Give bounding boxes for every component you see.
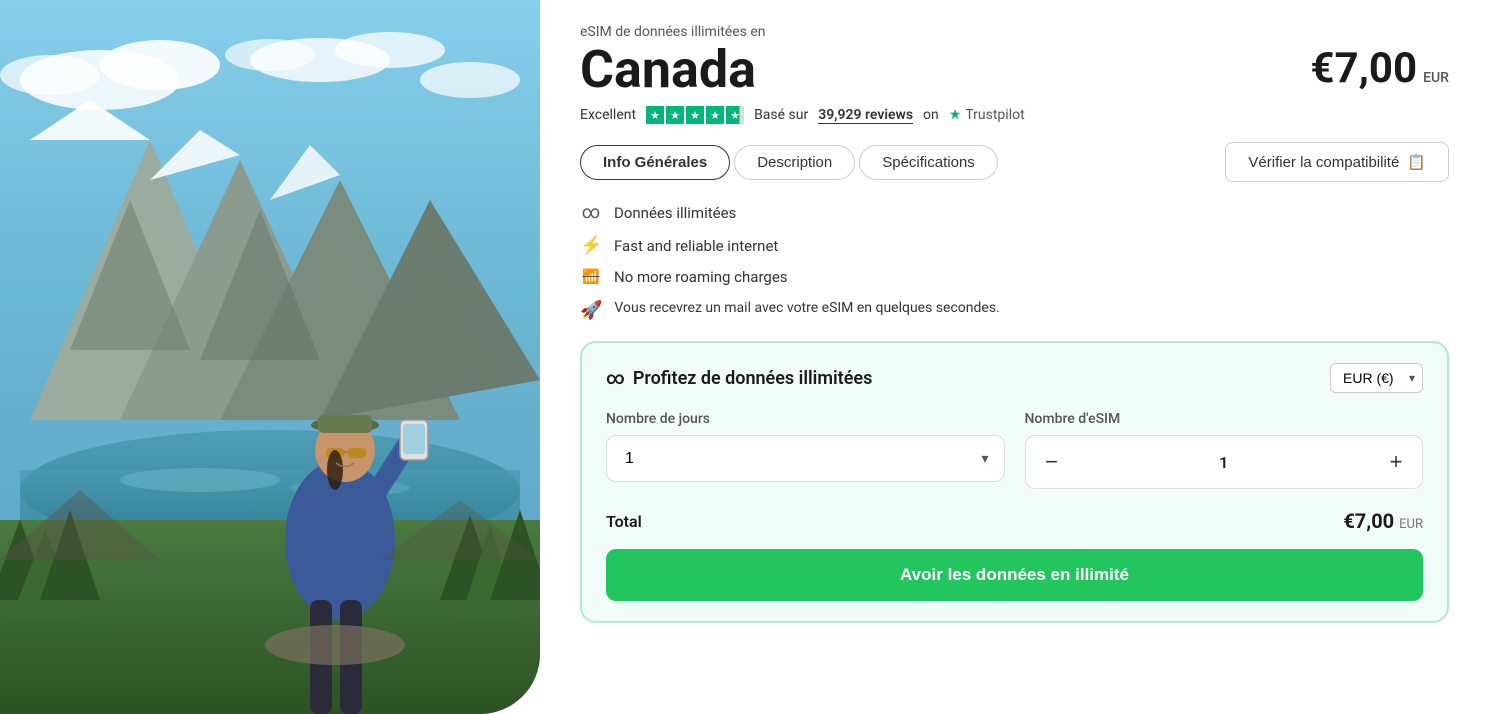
feature-fast-label: Fast and reliable internet	[614, 237, 778, 255]
content-panel: eSIM de données illimitées en Canada €7,…	[540, 0, 1489, 714]
esim-decrement-button[interactable]: −	[1026, 436, 1078, 488]
review-count: 39,929 reviews	[818, 107, 913, 123]
tab-specifications[interactable]: Spécifications	[859, 145, 998, 180]
currency-select-wrapper: EUR (€) USD ($) GBP (£)	[1330, 363, 1423, 393]
trustpilot-label: Trustpilot	[965, 107, 1024, 123]
total-label: Total	[606, 512, 642, 531]
total-currency: EUR	[1399, 517, 1423, 532]
trustpilot-star-icon: ★	[949, 107, 962, 123]
trustpilot-on: on	[923, 107, 939, 123]
tab-group: Info Générales Description Spécification…	[580, 145, 998, 180]
trustpilot-badge: ★ Trustpilot	[949, 107, 1025, 123]
compatibility-icon: 📋	[1407, 153, 1426, 171]
days-field-group: Nombre de jours 1 3 7 14 30	[606, 411, 1005, 489]
feature-unlimited-label: Données illimitées	[614, 204, 736, 222]
tab-description[interactable]: Description	[734, 145, 855, 180]
lightning-icon: ⚡	[580, 235, 602, 256]
rating-row: Excellent ★ ★ ★ ★ ★ Basé sur 39,929 revi…	[580, 106, 1449, 124]
total-row: Total €7,00 EUR	[606, 509, 1423, 533]
currency-select[interactable]: EUR (€) USD ($) GBP (£)	[1330, 363, 1423, 393]
title-row: Canada €7,00 EUR	[580, 44, 1449, 96]
pricing-card: ∞ Profitez de données illimitées EUR (€)…	[580, 341, 1449, 623]
infinity-icon: ∞	[580, 202, 602, 223]
no-roaming-icon: 📶	[580, 269, 602, 285]
days-select[interactable]: 1 3 7 14 30	[606, 435, 1005, 482]
esim-stepper: − 1 +	[1025, 435, 1424, 489]
feature-roaming-label: No more roaming charges	[614, 268, 788, 286]
feature-fast-internet: ⚡ Fast and reliable internet	[580, 235, 1449, 256]
price-currency: EUR	[1423, 70, 1449, 86]
feature-no-roaming: 📶 No more roaming charges	[580, 268, 1449, 286]
pricing-card-title: ∞ Profitez de données illimitées	[606, 368, 872, 389]
pricing-card-header: ∞ Profitez de données illimitées EUR (€)…	[606, 363, 1423, 393]
reviews-link[interactable]: 39,929 reviews	[818, 107, 913, 124]
cta-label: Avoir les données en illimité	[900, 565, 1129, 584]
price-block: €7,00 EUR	[1310, 44, 1449, 93]
rating-prefix: Basé sur	[754, 107, 808, 123]
cta-button[interactable]: Avoir les données en illimité	[606, 549, 1423, 601]
pricing-title-text: Profitez de données illimitées	[633, 368, 873, 389]
total-amount: €7,00	[1343, 509, 1394, 533]
tab-info-generales[interactable]: Info Générales	[580, 145, 730, 180]
tabs-row: Info Générales Description Spécification…	[580, 142, 1449, 182]
product-title: Canada	[580, 44, 756, 96]
total-price: €7,00 EUR	[1343, 509, 1423, 533]
compatibility-label: Vérifier la compatibilité	[1248, 154, 1399, 171]
esim-increment-button[interactable]: +	[1370, 436, 1422, 488]
star-2: ★	[666, 106, 684, 124]
product-subtitle: eSIM de données illimitées en	[580, 24, 1449, 40]
esim-value: 1	[1078, 453, 1371, 472]
days-select-wrapper: 1 3 7 14 30	[606, 435, 1005, 482]
compatibility-button[interactable]: Vérifier la compatibilité 📋	[1225, 142, 1449, 182]
esim-field-group: Nombre d'eSIM − 1 +	[1025, 411, 1424, 489]
delivery-note: 🚀 Vous recevrez un mail avec votre eSIM …	[580, 300, 1449, 321]
infinity-card-icon: ∞	[606, 368, 625, 389]
stars: ★ ★ ★ ★ ★	[646, 106, 744, 124]
feature-unlimited-data: ∞ Données illimitées	[580, 202, 1449, 223]
star-3: ★	[686, 106, 704, 124]
esim-label: Nombre d'eSIM	[1025, 411, 1424, 427]
product-image-panel	[0, 0, 540, 714]
rocket-icon: 🚀	[580, 300, 602, 321]
days-label: Nombre de jours	[606, 411, 1005, 427]
price-amount: €7,00	[1310, 44, 1417, 93]
rating-label: Excellent	[580, 107, 636, 123]
star-5-half: ★	[726, 106, 744, 124]
delivery-text: Vous recevrez un mail avec votre eSIM en…	[614, 300, 999, 316]
features-list: ∞ Données illimitées ⚡ Fast and reliable…	[580, 202, 1449, 286]
star-1: ★	[646, 106, 664, 124]
fields-row: Nombre de jours 1 3 7 14 30 Nombre d'eSI…	[606, 411, 1423, 489]
star-4: ★	[706, 106, 724, 124]
